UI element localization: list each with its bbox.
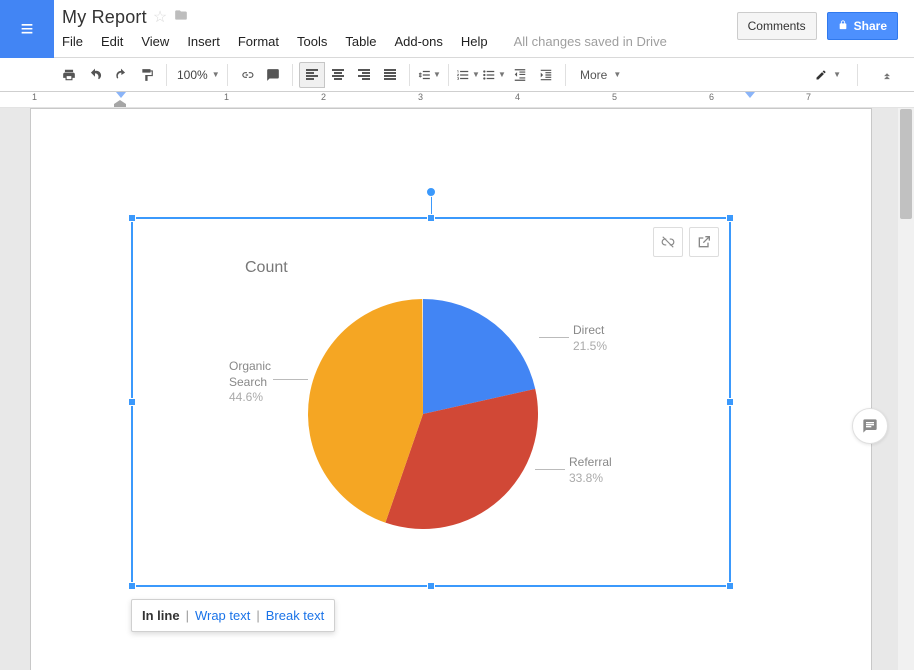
print-icon[interactable] [56,62,82,88]
menu-insert[interactable]: Insert [187,34,220,49]
chart-title: Count [245,259,288,277]
title-bar: ≡ My Report ☆ File Edit View Insert Form… [0,0,914,58]
document-title[interactable]: My Report [62,7,147,28]
resize-handle-tm[interactable] [427,214,435,222]
ruler[interactable]: 11234567 [0,92,914,108]
menu-addons[interactable]: Add-ons [394,34,442,49]
menu-file[interactable]: File [62,34,83,49]
more-button[interactable]: More▼ [572,68,629,82]
open-source-icon[interactable] [689,227,719,257]
resize-handle-bm[interactable] [427,582,435,590]
resize-handle-ml[interactable] [128,398,136,406]
leader-line [539,337,569,338]
break-text[interactable]: Break text [266,608,325,623]
redo-icon[interactable] [108,62,134,88]
menu-tools[interactable]: Tools [297,34,327,49]
pie-chart [308,299,538,529]
scrollbar-thumb[interactable] [900,109,912,219]
leader-line [535,469,565,470]
link-icon[interactable] [234,62,260,88]
resize-handle-tl[interactable] [128,214,136,222]
vertical-scrollbar[interactable] [898,108,914,670]
increase-indent-icon[interactable] [533,62,559,88]
align-right-icon[interactable] [351,62,377,88]
menu-table[interactable]: Table [345,34,376,49]
comments-button[interactable]: Comments [737,12,817,40]
line-spacing-icon[interactable]: ▼ [416,62,442,88]
lock-icon [838,19,848,34]
wrap-text[interactable]: Wrap text [195,608,250,623]
unlink-chart-icon[interactable] [653,227,683,257]
first-line-indent-icon[interactable] [116,92,126,98]
menu-view[interactable]: View [141,34,169,49]
resize-handle-br[interactable] [726,582,734,590]
docs-home-icon[interactable]: ≡ [0,0,54,58]
wrap-inline[interactable]: In line [142,608,180,623]
resize-handle-bl[interactable] [128,582,136,590]
save-status: All changes saved in Drive [514,34,667,49]
folder-icon[interactable] [173,8,189,27]
comment-icon[interactable] [260,62,286,88]
document-canvas[interactable]: Count Direct 21.5% Referral 33.8% Organi… [0,108,914,670]
collapse-toolbar-icon[interactable] [874,62,900,88]
star-icon[interactable]: ☆ [153,7,167,27]
explore-fab[interactable] [852,408,888,444]
align-center-icon[interactable] [325,62,351,88]
slice-label-organic: Organic Search 44.6% [229,359,275,406]
toolbar: 100%▼ ▼ ▼ ▼ More▼ ▼ [0,58,914,92]
leader-line [273,379,308,380]
align-left-icon[interactable] [299,62,325,88]
page: Count Direct 21.5% Referral 33.8% Organi… [30,108,872,670]
slice-label-direct: Direct 21.5% [573,323,607,354]
menu-edit[interactable]: Edit [101,34,123,49]
editing-mode-icon[interactable]: ▼ [815,62,841,88]
right-indent-icon[interactable] [745,92,755,98]
rotation-handle[interactable] [426,187,436,197]
undo-icon[interactable] [82,62,108,88]
align-group [299,62,403,88]
slice-label-referral: Referral 33.8% [569,455,612,486]
menu-help[interactable]: Help [461,34,488,49]
share-button[interactable]: Share [827,12,898,40]
left-indent-icon[interactable] [114,100,126,108]
menu-bar: File Edit View Insert Format Tools Table… [62,34,729,49]
selected-chart[interactable]: Count Direct 21.5% Referral 33.8% Organi… [131,217,731,587]
bulleted-list-icon[interactable]: ▼ [481,62,507,88]
resize-handle-mr[interactable] [726,398,734,406]
zoom-value: 100% [177,68,208,82]
menu-format[interactable]: Format [238,34,279,49]
share-label: Share [854,19,887,33]
align-justify-icon[interactable] [377,62,403,88]
resize-handle-tr[interactable] [726,214,734,222]
more-label: More [580,68,607,82]
paint-format-icon[interactable] [134,62,160,88]
decrease-indent-icon[interactable] [507,62,533,88]
numbered-list-icon[interactable]: ▼ [455,62,481,88]
text-wrap-popover: In line | Wrap text | Break text [131,599,335,632]
zoom-dropdown[interactable]: 100%▼ [173,68,221,82]
